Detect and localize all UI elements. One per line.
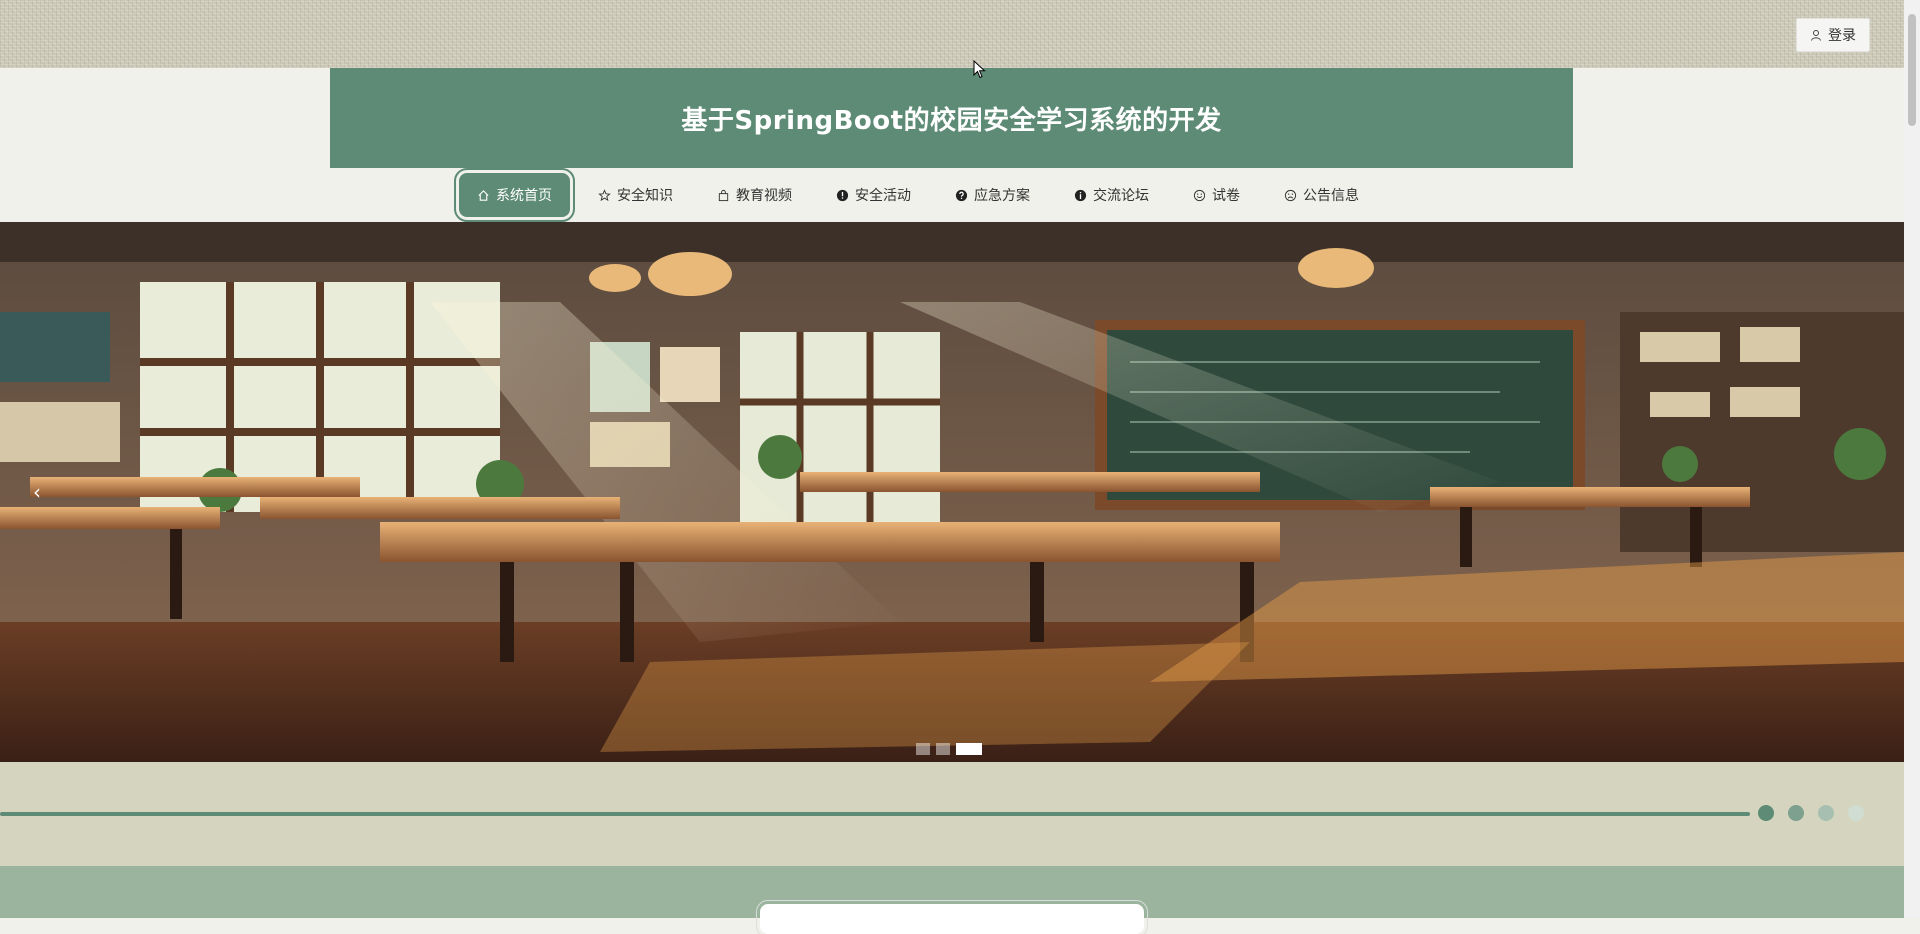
- section-divider: [0, 762, 1904, 866]
- divider-dot: [1788, 805, 1804, 821]
- nav-item-label: 交流论坛: [1093, 188, 1149, 204]
- divider-dot: [1758, 805, 1774, 821]
- user-icon: [1811, 30, 1821, 41]
- nav-item-home[interactable]: 系统首页: [454, 168, 575, 222]
- login-button[interactable]: 登录: [1796, 18, 1870, 52]
- content-section: [0, 866, 1904, 934]
- section-title-card: [756, 900, 1148, 934]
- nav-item-education-video[interactable]: 教育视频: [695, 173, 814, 217]
- nav-item-label: 教育视频: [736, 188, 792, 204]
- divider-dots: [1758, 805, 1864, 821]
- classroom-image: [0, 222, 1904, 762]
- top-bar: 登录: [0, 0, 1904, 68]
- nav-item-safety-knowledge[interactable]: 安全知识: [576, 173, 695, 217]
- nav-item-label: 安全活动: [855, 188, 911, 204]
- mouse-cursor-icon: [973, 60, 986, 79]
- question-icon: [955, 189, 968, 201]
- main-nav: 系统首页 安全知识 教育视频 安全活动 应急方案 交流论坛 试卷 公告信息: [454, 168, 1381, 222]
- info-icon: [1074, 189, 1087, 201]
- scrollbar-thumb[interactable]: [1908, 14, 1916, 126]
- nav-item-safety-activity[interactable]: 安全活动: [814, 173, 933, 217]
- nav-item-label: 安全知识: [617, 188, 673, 204]
- carousel-indicator-3[interactable]: [956, 743, 982, 755]
- login-label: 登录: [1828, 28, 1856, 44]
- nav-item-label: 应急方案: [974, 188, 1030, 204]
- star-icon: [598, 188, 611, 201]
- carousel-prev-arrow[interactable]: ‹: [26, 480, 48, 504]
- hero-carousel[interactable]: ‹: [0, 222, 1904, 762]
- nav-item-exam[interactable]: 试卷: [1171, 173, 1262, 217]
- nav-item-label: 试卷: [1212, 188, 1240, 204]
- carousel-indicator-2[interactable]: [936, 743, 950, 755]
- carousel-indicator-1[interactable]: [916, 743, 930, 755]
- nav-item-forum[interactable]: 交流论坛: [1052, 173, 1171, 217]
- divider-dot: [1818, 805, 1834, 821]
- frown-icon: [1284, 189, 1297, 201]
- home-icon: [478, 189, 489, 201]
- divider-line: [0, 812, 1750, 816]
- nav-item-label: 公告信息: [1303, 188, 1359, 204]
- nav-item-emergency-plan[interactable]: 应急方案: [933, 173, 1052, 217]
- nav-item-announcement[interactable]: 公告信息: [1262, 173, 1381, 217]
- smile-icon: [1193, 189, 1206, 201]
- bag-icon: [718, 189, 729, 201]
- divider-dot: [1848, 805, 1864, 821]
- warning-icon: [836, 189, 849, 201]
- carousel-indicators: [916, 743, 982, 755]
- site-header: 基于SpringBoot的校园安全学习系统的开发: [330, 68, 1573, 168]
- page-scrollbar[interactable]: [1904, 0, 1920, 918]
- nav-item-label: 系统首页: [496, 188, 552, 204]
- site-title: 基于SpringBoot的校园安全学习系统的开发: [681, 105, 1222, 136]
